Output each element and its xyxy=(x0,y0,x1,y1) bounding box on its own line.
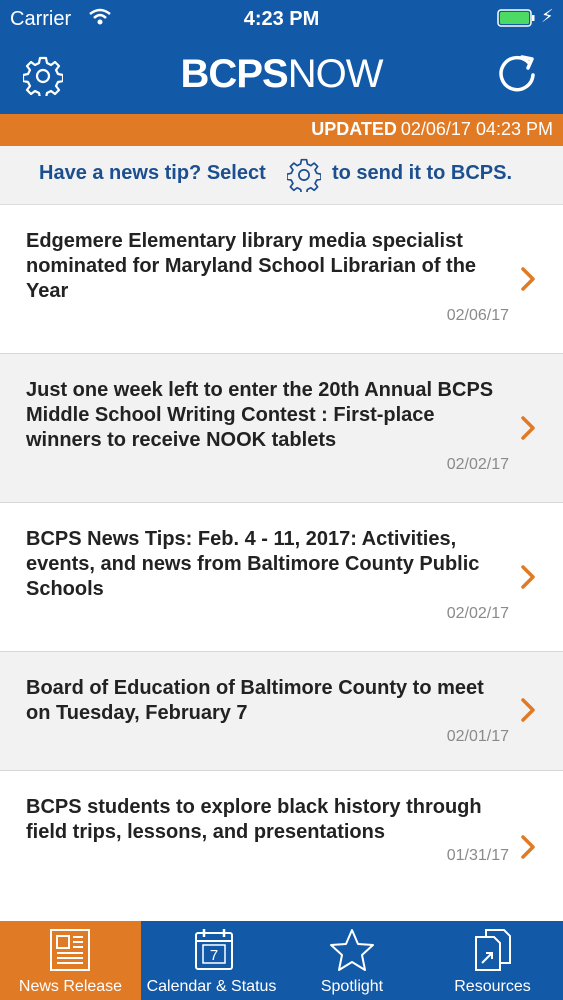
news-date: 02/01/17 xyxy=(446,728,509,745)
news-item[interactable]: Edgemere Elementary library media specia… xyxy=(0,205,563,354)
newspaper-icon xyxy=(50,929,90,971)
news-item[interactable]: Just one week left to enter the 20th Ann… xyxy=(0,354,563,503)
charging-icon: ⚡ xyxy=(541,6,554,26)
star-icon xyxy=(330,929,374,971)
updated-banner: UPDATED 02/06/17 04:23 PM xyxy=(0,114,563,146)
tab-label: Spotlight xyxy=(320,978,384,995)
chevron-right-icon xyxy=(521,267,535,291)
tab-label: Calendar & Status xyxy=(146,978,277,995)
tab-resources[interactable]: Resources xyxy=(422,921,563,1000)
refresh-button[interactable] xyxy=(496,54,538,96)
tab-news-release[interactable]: News Release xyxy=(0,921,141,1000)
chevron-right-icon xyxy=(521,835,535,859)
tip-text-after: to send it to BCPS. xyxy=(332,162,512,184)
news-title: BCPS News Tips: Feb. 4 - 11, 2017: Activ… xyxy=(26,528,480,600)
tab-bar: News Release 7 Calendar & Status Spotlig… xyxy=(0,921,563,1000)
battery-icon xyxy=(497,9,535,27)
news-title: BCPS students to explore black history t… xyxy=(26,796,482,843)
tab-calendar-status[interactable]: 7 Calendar & Status xyxy=(141,921,282,1000)
calendar-icon: 7 xyxy=(195,929,233,970)
tab-label: News Release xyxy=(18,978,123,995)
news-tip-banner: Have a news tip? Select to send it to BC… xyxy=(0,146,563,205)
status-time: 4:23 PM xyxy=(243,8,320,30)
chevron-right-icon xyxy=(521,698,535,722)
documents-icon xyxy=(475,929,511,971)
updated-value: 02/06/17 04:23 PM xyxy=(400,119,553,139)
calendar-day-number: 7 xyxy=(210,947,218,964)
updated-text: UPDATED 02/06/17 04:23 PM xyxy=(311,119,553,140)
news-date: 02/02/17 xyxy=(446,605,509,622)
refresh-icon xyxy=(499,55,535,92)
logo-bold-text: BCPS xyxy=(180,52,289,96)
app-logo: BCPSNOW xyxy=(0,52,563,97)
news-item[interactable]: Board of Education of Baltimore County t… xyxy=(0,652,563,771)
news-date: 02/06/17 xyxy=(446,307,509,324)
news-title: Edgemere Elementary library media specia… xyxy=(26,230,477,302)
tip-text-before: Have a news tip? Select xyxy=(39,162,266,184)
tab-label: Resources xyxy=(454,978,531,995)
status-bar: Carrier 4:23 PM ⚡ xyxy=(0,0,563,38)
gear-icon xyxy=(287,158,321,192)
updated-label: UPDATED xyxy=(311,119,397,139)
tab-spotlight[interactable]: Spotlight xyxy=(282,921,422,1000)
news-date: 02/02/17 xyxy=(446,456,509,473)
news-item[interactable]: BCPS News Tips: Feb. 4 - 11, 2017: Activ… xyxy=(0,503,563,652)
news-item[interactable]: BCPS students to explore black history t… xyxy=(0,771,563,920)
news-title: Board of Education of Baltimore County t… xyxy=(26,677,484,724)
chevron-right-icon xyxy=(521,416,535,440)
app-header: Carrier 4:23 PM ⚡ BCPSNOW xyxy=(0,0,563,114)
chevron-right-icon xyxy=(521,565,535,589)
news-title: Just one week left to enter the 20th Ann… xyxy=(26,379,494,451)
news-date: 01/31/17 xyxy=(446,847,509,864)
logo-light-text: NOW xyxy=(287,52,384,96)
